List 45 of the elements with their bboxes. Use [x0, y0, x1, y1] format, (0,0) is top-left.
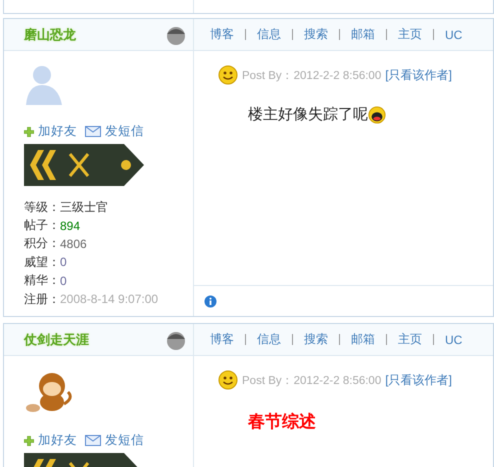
stat-value: 0 [60, 274, 67, 288]
stat-value: 4806 [60, 236, 87, 251]
author-name: 磨山恐龙 [24, 26, 77, 44]
plus-icon [24, 436, 34, 446]
post-timestamp: Post By：2012-2-2 8:56:00 [242, 374, 382, 388]
nav-link[interactable]: 博客 [210, 331, 234, 348]
nav-link[interactable]: 信息 [257, 26, 281, 43]
nav-link[interactable]: 主页 [398, 26, 422, 43]
smiley-icon [218, 370, 238, 390]
stat-label: 注册： [24, 290, 60, 308]
add-friend-link[interactable]: 加好友 [38, 123, 77, 140]
avatar-silhouette-icon [24, 63, 64, 105]
nav-link[interactable]: 博客 [210, 26, 234, 43]
send-message-link[interactable]: 发短信 [105, 123, 144, 140]
post-message: 楼主好像失踪了呢 [248, 105, 368, 124]
stat-label: 积分： [24, 235, 60, 252]
stat-label: 威望： [24, 254, 60, 271]
nav-link[interactable]: UC [445, 332, 462, 347]
nav-link[interactable]: 搜索 [304, 26, 328, 43]
smiley-icon [218, 65, 238, 85]
stat-value: 三级士官 [60, 198, 108, 216]
stat-label: 等级： [24, 198, 60, 216]
nav-link[interactable]: 搜索 [304, 331, 328, 348]
nav-link[interactable]: UC [445, 28, 462, 42]
post-heading: 春节综述 [248, 411, 316, 434]
nav-link[interactable]: 邮箱 [351, 331, 375, 348]
stat-value: 2008-8-14 9:07:00 [60, 292, 158, 306]
post-timestamp: Post By：2012-2-2 8:56:00 [242, 68, 382, 82]
author-only-link[interactable]: [只看该作者] [385, 66, 452, 84]
author-name: 仗剑走天涯 [24, 330, 90, 349]
send-message-link[interactable]: 发短信 [105, 432, 144, 450]
laughing-emoji-icon [368, 106, 386, 124]
stat-value: 894 [60, 218, 80, 233]
nav-link[interactable]: 主页 [398, 331, 422, 348]
info-icon[interactable] [204, 294, 217, 308]
add-friend-link[interactable]: 加好友 [38, 432, 77, 450]
envelope-icon [85, 435, 101, 446]
plus-icon [24, 126, 34, 136]
author-only-link[interactable]: [只看该作者] [385, 372, 452, 389]
nav-link[interactable]: 信息 [257, 331, 281, 348]
stat-label: 帖子： [24, 217, 60, 234]
stat-value: 0 [60, 255, 67, 270]
nav-link[interactable]: 邮箱 [351, 26, 375, 43]
stat-label: 精华： [24, 272, 60, 290]
envelope-icon [85, 126, 101, 137]
